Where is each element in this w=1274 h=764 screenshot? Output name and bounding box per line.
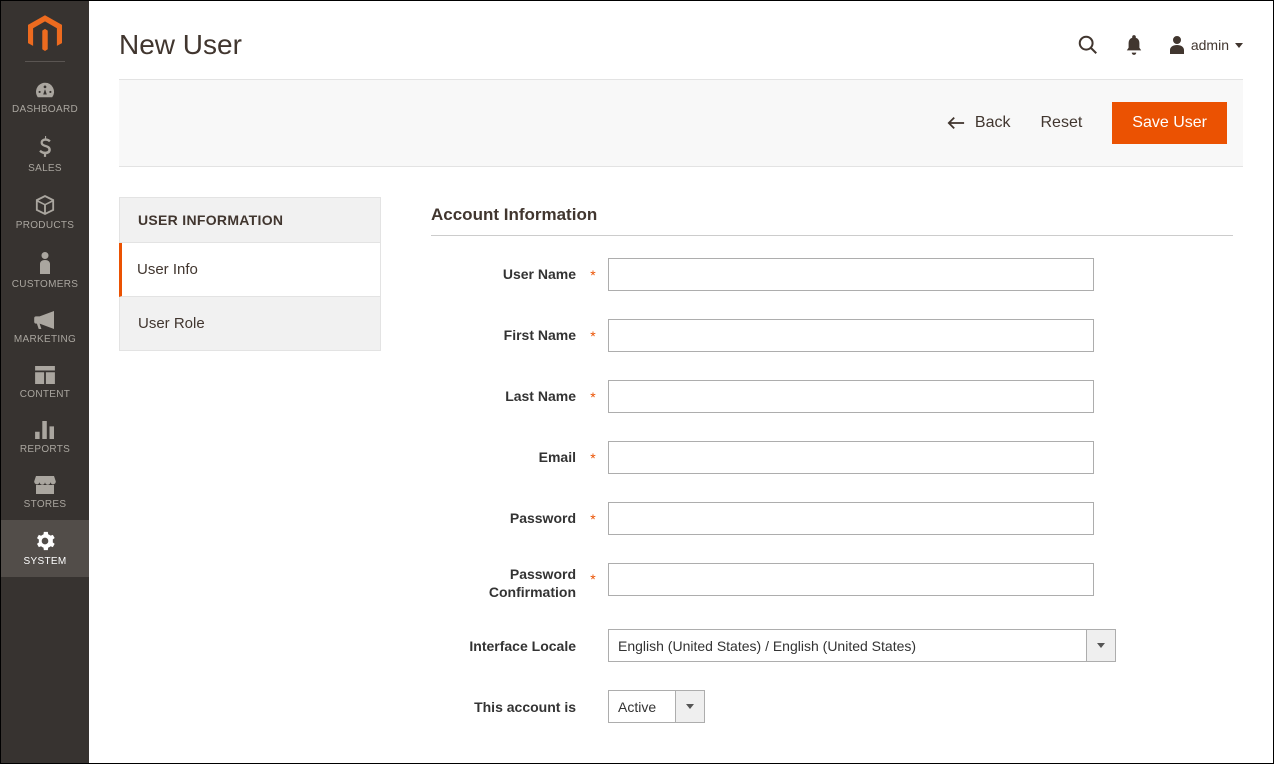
password-label: Password <box>431 509 586 527</box>
sidebar-item-dashboard[interactable]: DASHBOARD <box>1 70 89 125</box>
store-icon <box>1 476 89 494</box>
user-info-tabs: USER INFORMATION User Info User Role <box>119 197 381 751</box>
gear-icon <box>1 531 89 551</box>
admin-sidebar: DASHBOARD SALES PRODUCTS CUSTOMERS MARKE <box>1 1 89 763</box>
account-is-select[interactable]: Active <box>608 690 705 723</box>
user-icon <box>1169 36 1185 54</box>
admin-account-dropdown[interactable]: admin <box>1169 36 1243 54</box>
locale-select[interactable]: English (United States) / English (Unite… <box>608 629 1116 662</box>
sidebar-item-label: DASHBOARD <box>1 104 89 115</box>
page-action-bar: Back Reset Save User <box>119 79 1243 167</box>
gauge-icon <box>1 81 89 99</box>
sidebar-item-label: CONTENT <box>1 389 89 400</box>
box-icon <box>1 195 89 215</box>
sidebar-item-label: REPORTS <box>1 444 89 455</box>
bars-icon <box>1 421 89 439</box>
sidebar-item-content[interactable]: CONTENT <box>1 355 89 410</box>
dollar-icon <box>1 136 89 158</box>
sidebar-item-marketing[interactable]: MARKETING <box>1 300 89 355</box>
page-title: New User <box>119 29 242 61</box>
account-is-value: Active <box>608 690 675 723</box>
required-star: * <box>586 328 600 344</box>
sidebar-item-label: CUSTOMERS <box>1 279 89 290</box>
password-confirm-field[interactable] <box>608 563 1094 596</box>
chevron-down-icon <box>1235 43 1243 48</box>
required-star: * <box>586 389 600 405</box>
username-label: User Name <box>431 265 586 283</box>
required-star: * <box>586 450 600 466</box>
save-user-button[interactable]: Save User <box>1112 102 1227 144</box>
sidebar-item-reports[interactable]: REPORTS <box>1 410 89 465</box>
password-confirm-label: Password Confirmation <box>431 563 586 601</box>
sidebar-item-sales[interactable]: SALES <box>1 125 89 184</box>
email-label: Email <box>431 448 586 466</box>
tabs-header: USER INFORMATION <box>119 197 381 243</box>
reset-button[interactable]: Reset <box>1041 114 1083 132</box>
required-star: * <box>586 563 600 587</box>
sidebar-item-customers[interactable]: CUSTOMERS <box>1 241 89 300</box>
username-field[interactable] <box>608 258 1094 291</box>
bell-icon[interactable] <box>1125 35 1143 55</box>
page-header: New User admin <box>119 1 1243 79</box>
lastname-field[interactable] <box>608 380 1094 413</box>
header-actions: admin <box>1077 34 1243 56</box>
megaphone-icon <box>1 311 89 329</box>
firstname-label: First Name <box>431 326 586 344</box>
sidebar-item-label: MARKETING <box>1 334 89 345</box>
required-star: * <box>586 267 600 283</box>
admin-label: admin <box>1191 37 1229 53</box>
chevron-down-icon <box>1086 629 1116 662</box>
arrow-left-icon <box>947 116 965 130</box>
locale-label: Interface Locale <box>431 637 586 655</box>
lastname-label: Last Name <box>431 387 586 405</box>
layout-icon <box>1 366 89 384</box>
main-content: New User admin Back Reset <box>89 1 1273 763</box>
account-form: Account Information User Name * First Na… <box>431 197 1243 751</box>
logo-divider <box>25 61 65 62</box>
email-field[interactable] <box>608 441 1094 474</box>
locale-value: English (United States) / English (Unite… <box>608 629 1086 662</box>
section-title: Account Information <box>431 205 1233 236</box>
account-is-label: This account is <box>431 698 586 716</box>
search-icon[interactable] <box>1077 34 1099 56</box>
tab-user-info[interactable]: User Info <box>119 243 381 297</box>
password-field[interactable] <box>608 502 1094 535</box>
sidebar-item-system[interactable]: SYSTEM <box>1 520 89 577</box>
required-star: * <box>586 511 600 527</box>
person-icon <box>1 252 89 274</box>
back-button[interactable]: Back <box>947 114 1011 132</box>
sidebar-item-label: SALES <box>1 163 89 174</box>
sidebar-item-products[interactable]: PRODUCTS <box>1 184 89 241</box>
sidebar-item-label: PRODUCTS <box>1 220 89 231</box>
sidebar-item-label: STORES <box>1 499 89 510</box>
sidebar-item-label: SYSTEM <box>1 556 89 567</box>
tab-user-role[interactable]: User Role <box>119 297 381 351</box>
firstname-field[interactable] <box>608 319 1094 352</box>
sidebar-item-stores[interactable]: STORES <box>1 465 89 520</box>
chevron-down-icon <box>675 690 705 723</box>
magento-logo[interactable] <box>1 1 89 61</box>
back-label: Back <box>975 114 1011 132</box>
